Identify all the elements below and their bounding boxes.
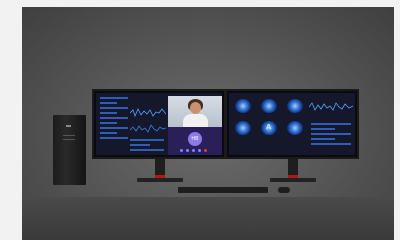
brain-scan-image xyxy=(261,99,277,113)
brain-scan-image xyxy=(287,99,303,113)
person-head xyxy=(190,102,201,114)
brain-scan-image xyxy=(287,121,303,135)
participant-avatar: HB xyxy=(188,132,202,146)
drive-slot xyxy=(63,135,75,136)
person-body xyxy=(183,114,208,127)
mouse xyxy=(278,187,290,193)
end-call-icon xyxy=(204,149,207,152)
mic-icon xyxy=(180,149,183,152)
drive-slot xyxy=(63,139,75,140)
waveform-chart xyxy=(309,102,353,111)
product-photo: HB A xyxy=(22,7,394,240)
right-monitor: A xyxy=(225,89,359,159)
left-monitor-stand xyxy=(155,159,165,178)
waveform-chart xyxy=(130,124,166,133)
scan-label: A xyxy=(266,123,272,131)
video-call-panel: HB xyxy=(168,127,222,155)
right-monitor-base xyxy=(270,178,316,182)
chat-icon xyxy=(198,149,201,152)
dashboard-column xyxy=(311,123,351,148)
left-screen: HB xyxy=(96,93,222,155)
brain-scan-image xyxy=(235,121,251,135)
waveform-chart xyxy=(130,108,166,118)
keyboard xyxy=(178,187,268,193)
power-button xyxy=(66,125,71,127)
video-call-feed xyxy=(168,96,222,127)
dashboard-column xyxy=(100,97,128,142)
share-icon xyxy=(192,149,195,152)
left-monitor-base xyxy=(137,178,183,182)
desk-surface xyxy=(22,197,394,240)
dashboard-column xyxy=(130,139,164,154)
right-screen: A xyxy=(229,93,355,155)
camera-icon xyxy=(186,149,189,152)
left-monitor: HB xyxy=(92,89,226,159)
brain-scan-image xyxy=(235,99,251,113)
right-monitor-stand xyxy=(288,159,298,178)
desktop-tower xyxy=(53,115,86,185)
